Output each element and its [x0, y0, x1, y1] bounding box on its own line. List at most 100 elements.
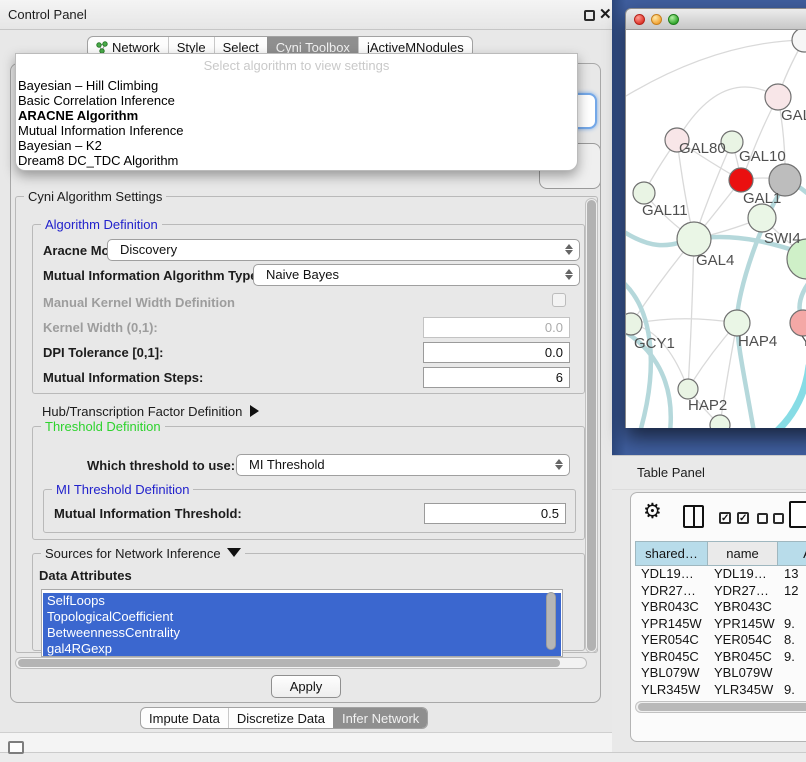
- table-cell: YIL052C: [635, 698, 708, 699]
- restore-panel-icon[interactable]: [8, 741, 24, 754]
- algorithm-option-dream8-dc-tdc-algorithm[interactable]: Dream8 DC_TDC Algorithm: [16, 153, 577, 168]
- sources-title[interactable]: Sources for Network Inference: [41, 546, 245, 561]
- control-panel-window: Control Panel ✕ NetworkStyleSelectCyni T…: [0, 0, 612, 733]
- table-cell: [778, 665, 806, 682]
- table-cell: YER054C: [708, 632, 778, 649]
- network-edge[interactable]: [688, 239, 694, 389]
- table-cell: 12: [778, 583, 806, 600]
- bottom-tab-bar: Impute DataDiscretize DataInfer Network: [140, 707, 428, 729]
- algorithm-definition-title: Algorithm Definition: [41, 217, 162, 232]
- table-panel-frame: ⚙ ✓ ✓ shared…nameA YDL19…YDL19…13YDR27…Y…: [630, 492, 806, 742]
- network-node[interactable]: [729, 168, 753, 192]
- table-panel-titlebar: Table Panel: [612, 455, 806, 490]
- table-row[interactable]: YPR145WYPR145W9.: [635, 616, 806, 633]
- aracne-mode-value: Discovery: [120, 242, 177, 257]
- float-window-icon[interactable]: [584, 10, 595, 21]
- dpi-tolerance-label: DPI Tolerance [0,1]:: [43, 345, 163, 360]
- expanded-arrow-icon: [227, 548, 241, 557]
- which-threshold-combobox[interactable]: MI Threshold: [236, 454, 570, 476]
- node-label-gal4: GAL4: [696, 252, 734, 269]
- algorithm-option-basic-correlation-inference[interactable]: Basic Correlation Inference: [16, 93, 577, 108]
- column-header-shared[interactable]: shared…: [635, 541, 708, 566]
- attribute-item-selfloops[interactable]: SelfLoops: [43, 593, 561, 609]
- page-icon[interactable]: [789, 501, 806, 528]
- table-row[interactable]: YER054CYER054C8.: [635, 632, 806, 649]
- algorithm-option-bayesian-k2[interactable]: Bayesian – K2: [16, 138, 577, 153]
- table-cell: YDL19…: [708, 566, 778, 583]
- network-canvas[interactable]: GALGAL80GAL10GAL1GAL11SWI4GAL4GCY1HAP4YH…: [625, 30, 806, 428]
- network-node[interactable]: [710, 415, 730, 428]
- list-scrollbar[interactable]: [546, 592, 556, 650]
- aracne-mode-combobox[interactable]: Discovery: [107, 239, 580, 261]
- data-attributes-list[interactable]: SelfLoopsTopologicalCoefficientBetweenne…: [41, 589, 563, 657]
- table-cell: YBL079W: [708, 665, 778, 682]
- threshold-definition-group: Threshold Definition Which threshold to …: [32, 426, 585, 540]
- table-cell: YDR27…: [635, 583, 708, 600]
- attribute-item-topologicalcoefficient[interactable]: TopologicalCoefficient: [43, 609, 561, 625]
- control-panel-title: Control Panel: [8, 0, 87, 30]
- kernel-width-label: Kernel Width (0,1):: [43, 320, 158, 335]
- network-node[interactable]: [678, 379, 698, 399]
- table-rows: YDL19…YDL19…13YDR27…YDR27…12YBR043CYBR04…: [635, 566, 806, 699]
- network-window-titlebar: [625, 8, 806, 30]
- column-header-a[interactable]: A: [778, 541, 806, 566]
- algorithm-option-bayesian-hill-climbing[interactable]: Bayesian – Hill Climbing: [16, 78, 577, 93]
- mi-threshold-field[interactable]: 0.5: [424, 503, 566, 524]
- table-cell: [778, 599, 806, 616]
- network-node[interactable]: [748, 204, 776, 232]
- table-row[interactable]: YDR27…YDR27…12: [635, 583, 806, 600]
- table-cell: 9.: [778, 682, 806, 699]
- table-row[interactable]: YDL19…YDL19…13: [635, 566, 806, 583]
- network-node[interactable]: [633, 182, 655, 204]
- close-icon[interactable]: ✕: [599, 4, 612, 26]
- hub-definition-toggle[interactable]: Hub/Transcription Factor Definition: [42, 404, 259, 419]
- tab-discretize-data[interactable]: Discretize Data: [228, 708, 333, 728]
- column-header-name[interactable]: name: [708, 541, 778, 566]
- tab-infer-network[interactable]: Infer Network: [333, 708, 427, 728]
- table-cell: 9.: [778, 616, 806, 633]
- settings-vertical-scrollbar[interactable]: [585, 198, 598, 653]
- node-label-y: Y: [801, 333, 806, 350]
- table-cell: YLR345W: [635, 682, 708, 699]
- node-label-gal80: GAL80: [679, 140, 726, 157]
- mi-steps-field[interactable]: 6: [423, 367, 570, 388]
- attribute-item-betweennesscentrality[interactable]: BetweennessCentrality: [43, 625, 561, 641]
- table-cell: YPR145W: [708, 616, 778, 633]
- checked-checkbox-icon[interactable]: ✓: [719, 512, 731, 524]
- table-horizontal-scrollbar[interactable]: [635, 701, 806, 713]
- zoom-traffic-light-icon[interactable]: [668, 14, 679, 25]
- minimize-traffic-light-icon[interactable]: [651, 14, 662, 25]
- network-node[interactable]: [677, 222, 711, 256]
- table-row[interactable]: YLR345WYLR345W9.: [635, 682, 806, 699]
- table-row[interactable]: YIL052CYIL052C9: [635, 698, 806, 699]
- algorithm-option-mutual-information-inference[interactable]: Mutual Information Inference: [16, 123, 577, 138]
- table-cell: YBR045C: [708, 649, 778, 666]
- table-cell: YBL079W: [635, 665, 708, 682]
- split-view-icon[interactable]: [683, 505, 704, 528]
- kernel-width-field[interactable]: 0.0: [423, 317, 570, 338]
- apply-button[interactable]: Apply: [271, 675, 341, 698]
- manual-kernel-checkbox[interactable]: [552, 293, 566, 307]
- unchecked-checkbox-icon[interactable]: [773, 513, 784, 524]
- algorithm-option-aracne-algorithm[interactable]: ARACNE Algorithm: [16, 108, 577, 123]
- cyni-algorithm-settings-title: Cyni Algorithm Settings: [24, 189, 166, 204]
- table-row[interactable]: YBR043CYBR043C: [635, 599, 806, 616]
- mi-type-combobox[interactable]: Naive Bayes: [253, 264, 580, 286]
- close-traffic-light-icon[interactable]: [634, 14, 645, 25]
- unchecked-checkbox-icon[interactable]: [757, 513, 768, 524]
- table-row[interactable]: YBL079WYBL079W: [635, 665, 806, 682]
- table-row[interactable]: YBR045CYBR045C9.: [635, 649, 806, 666]
- attribute-item-gal4rgexp[interactable]: gal4RGexp: [43, 641, 561, 657]
- network-edge[interactable]: [776, 366, 806, 428]
- node-label-hap4: HAP4: [738, 333, 777, 350]
- gear-icon[interactable]: ⚙: [643, 499, 662, 524]
- network-node[interactable]: [626, 313, 642, 335]
- checked-checkbox-icon[interactable]: ✓: [737, 512, 749, 524]
- dpi-tolerance-field[interactable]: 0.0: [423, 342, 570, 363]
- settings-horizontal-scrollbar[interactable]: [15, 657, 587, 669]
- network-edge[interactable]: [631, 324, 688, 389]
- network-node[interactable]: [792, 30, 806, 52]
- table-cell: YLR345W: [708, 682, 778, 699]
- tab-impute-data[interactable]: Impute Data: [141, 708, 228, 728]
- table-cell: 9: [778, 698, 806, 699]
